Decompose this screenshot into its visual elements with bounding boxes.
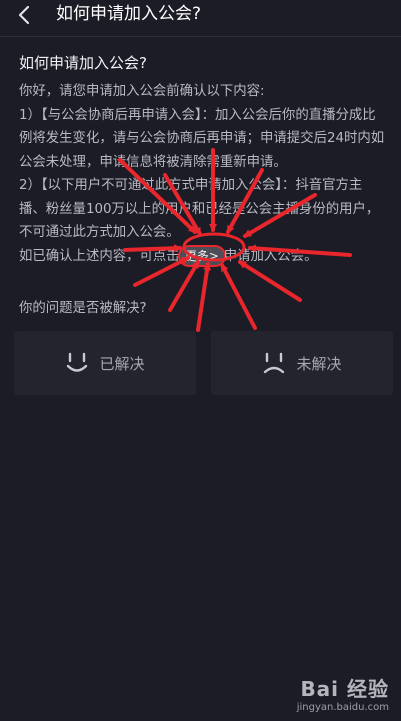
- solved-button[interactable]: 已解决: [14, 331, 196, 395]
- chevron-left-icon: [18, 5, 30, 25]
- question-title: 如何申请加入公会?: [19, 54, 147, 72]
- answer-confirm: 如已确认上述内容，可点击 更多> 申请加入公会。: [19, 245, 387, 269]
- baidu-watermark: Bai 经验 jingyan.baidu.com: [297, 673, 389, 713]
- header-divider: [0, 36, 401, 37]
- more-link[interactable]: 更多>: [179, 246, 224, 265]
- unsolved-label: 未解决: [296, 354, 342, 373]
- watermark-logo: Bai 经验: [300, 677, 389, 701]
- answer-body: 你好，请您申请加入公会前确认以下内容: 1）【与公会协商后再申请入会】：加入公会…: [19, 80, 387, 268]
- answer-intro: 你好，请您申请加入公会前确认以下内容:: [19, 84, 265, 99]
- watermark-url: jingyan.baidu.com: [296, 702, 389, 713]
- feedback-question: 你的问题是否被解决?: [19, 301, 147, 316]
- smile-icon: [67, 352, 88, 372]
- confirm-suffix: 申请加入公会。: [223, 248, 318, 264]
- top-bar: 如何申请加入公会?: [0, 0, 401, 30]
- solved-label: 已解决: [99, 354, 145, 373]
- answer-item-2: 2）【以下用户不可通过此方式申请加入公会】：抖音官方主播、粉丝量100万以上的用…: [19, 178, 380, 240]
- unsolved-button[interactable]: 未解决: [211, 331, 393, 395]
- confirm-prefix: 如已确认上述内容，可点击: [19, 248, 180, 264]
- page-title: 如何申请加入公会?: [56, 4, 202, 24]
- back-button[interactable]: [10, 2, 38, 28]
- annotation-arrow: [220, 263, 257, 330]
- annotation-arrow: [196, 262, 212, 332]
- annotation-arrow: [168, 260, 200, 312]
- frown-icon: [264, 352, 285, 374]
- answer-item-1: 1）【与公会协商后再申请入会】：加入公会后你的直播分成比例将发生变化，请与公会协…: [19, 107, 385, 170]
